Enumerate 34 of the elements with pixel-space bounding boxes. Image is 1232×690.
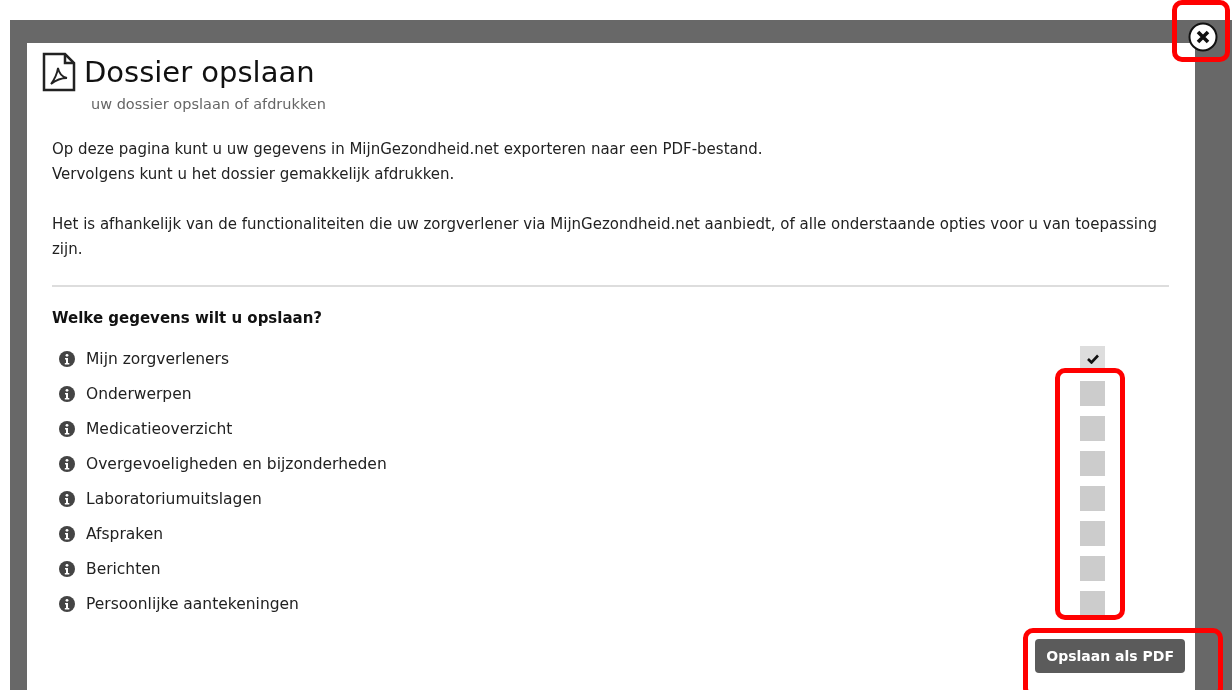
checkbox[interactable]: [1080, 556, 1105, 581]
info-icon[interactable]: [59, 560, 75, 577]
dialog-title: Dossier opslaan: [84, 55, 315, 89]
note-text: Het is afhankelijk van de functionaliteiten die uw zorgverlener via MijnGezondheid.net aanbiedt, of alle onderstaande opties voor u van toepassing zijn.: [52, 214, 1158, 260]
checkbox[interactable]: [1080, 521, 1105, 546]
pdf-document-icon: [42, 52, 76, 92]
question-heading: Welke gegevens wilt u opslaan?: [52, 309, 324, 327]
option-label: Laboratoriumuitslagen: [86, 489, 263, 508]
highlight-frame: [1172, 0, 1230, 62]
option-label: Medicatieoverzicht: [86, 419, 234, 438]
checkmark-icon: [1086, 353, 1099, 364]
info-icon[interactable]: [59, 455, 75, 472]
close-icon[interactable]: [1188, 22, 1218, 52]
option-label: Onderwerpen: [86, 384, 193, 403]
option-label: Berichten: [86, 559, 162, 578]
checkbox[interactable]: [1080, 416, 1105, 441]
checkbox[interactable]: [1080, 486, 1105, 511]
info-icon[interactable]: [59, 490, 75, 507]
info-icon[interactable]: [59, 350, 75, 367]
option-label: Overgevoeligheden en bijzonderheden: [86, 454, 388, 473]
checkbox[interactable]: [1080, 381, 1105, 406]
info-icon[interactable]: [59, 525, 75, 542]
intro-text: Op deze pagina kunt u uw gegevens in MijnGezondheid.net exporteren naar een PDF-bestand.: [52, 139, 764, 160]
option-label: Mijn zorgverleners: [86, 349, 231, 368]
dialog-subtitle: uw dossier opslaan of afdrukken: [91, 96, 327, 112]
option-label: Afspraken: [86, 524, 165, 543]
info-icon[interactable]: [59, 420, 75, 437]
info-icon[interactable]: [59, 595, 75, 612]
checkbox[interactable]: [1080, 591, 1105, 616]
info-icon[interactable]: [59, 385, 75, 402]
checkbox[interactable]: [1080, 451, 1105, 476]
intro-text: Vervolgens kunt u het dossier gemakkelijk afdrukken.: [52, 164, 456, 185]
save-pdf-button[interactable]: Opslaan als PDF: [1035, 639, 1185, 673]
option-label: Persoonlijke aantekeningen: [86, 594, 300, 613]
